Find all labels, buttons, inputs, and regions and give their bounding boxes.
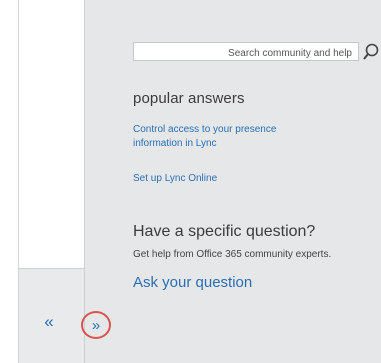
search-icon[interactable] xyxy=(362,42,380,62)
search-box[interactable] xyxy=(133,42,359,62)
ask-question-link[interactable]: Ask your question xyxy=(133,274,252,291)
community-help-text: Get help from Office 365 community exper… xyxy=(133,249,332,260)
specific-question-heading: Have a specific question? xyxy=(133,223,316,240)
collapse-nav-button[interactable]: « xyxy=(38,313,60,331)
highlight-circle xyxy=(81,311,111,339)
search-input[interactable] xyxy=(134,45,358,62)
link-setup-lync-online[interactable]: Set up Lync Online xyxy=(133,172,217,186)
link-control-access-presence[interactable]: Control access to your presence informat… xyxy=(133,123,323,151)
left-content-area xyxy=(18,0,84,268)
popular-answers-heading: popular answers xyxy=(133,90,245,107)
